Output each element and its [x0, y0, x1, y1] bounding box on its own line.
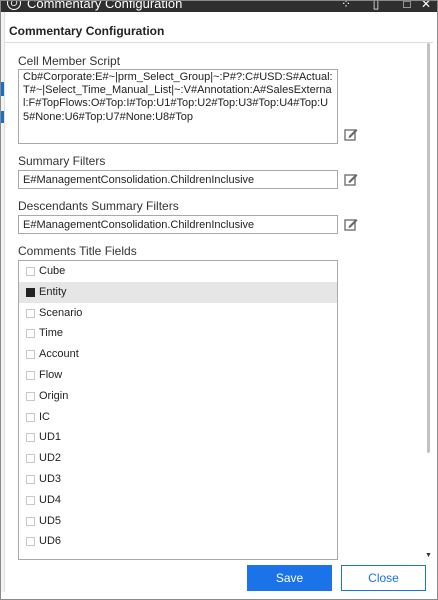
list-item-label: Account — [39, 348, 79, 361]
close-window-button[interactable]: ✕ — [419, 1, 433, 11]
list-item-label: Origin — [39, 389, 69, 402]
checkbox[interactable] — [26, 287, 35, 297]
app-logo-icon: O — [7, 1, 21, 10]
loading-spinner-icon: ⁘ — [340, 1, 352, 11]
divider — [5, 42, 433, 43]
list-item-label: UD4 — [39, 493, 62, 506]
summary-filters-label: Summary Filters — [18, 154, 106, 168]
list-item[interactable]: UD6 — [19, 531, 337, 552]
commentary-configuration-dialog: O Commentary Configuration ⁘ ▯ □ ✕ Comme… — [0, 0, 438, 600]
scrollbar-thumb[interactable] — [427, 43, 430, 453]
background-window-edge — [1, 12, 5, 592]
checkbox[interactable] — [26, 329, 35, 339]
checkbox[interactable] — [26, 267, 35, 276]
edit-icon[interactable] — [344, 127, 358, 141]
checkbox[interactable] — [26, 433, 35, 443]
dialog-footer: Save Close — [5, 561, 435, 592]
list-item-label: UD6 — [39, 535, 62, 548]
list-item[interactable]: UD3 — [19, 469, 337, 490]
list-item[interactable]: UD4 — [19, 490, 337, 511]
list-item-label: UD2 — [39, 452, 62, 465]
edit-icon[interactable] — [344, 172, 358, 186]
close-button[interactable]: Close — [341, 565, 426, 591]
list-item-label: Cube — [39, 265, 66, 277]
checkbox[interactable] — [26, 370, 35, 380]
list-item-label: UD3 — [39, 472, 62, 485]
checkbox[interactable] — [26, 391, 35, 401]
list-item[interactable]: UD5 — [19, 511, 337, 532]
scroll-down-arrow-icon[interactable]: ▼ — [424, 551, 433, 560]
descendants-summary-filters-field[interactable]: E#ManagementConsolidation.ChildrenInclus… — [18, 215, 338, 234]
scrollbar[interactable]: ▼ — [424, 43, 433, 560]
title-bar: O Commentary Configuration ⁘ ▯ □ ✕ — [1, 1, 437, 12]
descendants-summary-filters-label: Descendants Summary Filters — [18, 199, 179, 213]
checkbox[interactable] — [26, 474, 35, 484]
checkbox[interactable] — [26, 308, 35, 318]
checkbox[interactable] — [26, 454, 35, 464]
page-title: Commentary Configuration — [9, 24, 165, 38]
list-item-label: Entity — [39, 285, 67, 298]
list-item[interactable]: UD2 — [19, 448, 337, 469]
summary-filters-field[interactable]: E#ManagementConsolidation.ChildrenInclus… — [18, 170, 338, 189]
list-item[interactable]: Entity — [19, 281, 337, 303]
list-item[interactable]: IC — [19, 407, 337, 428]
list-item[interactable]: Flow — [19, 365, 337, 386]
comments-title-fields-list: Cube Entity Scenario Time Account Flow O… — [18, 260, 338, 560]
cell-member-script-label: Cell Member Script — [18, 54, 121, 68]
list-item-label: IC — [39, 410, 50, 423]
list-item[interactable]: Scenario — [19, 303, 337, 324]
list-item-label: Time — [39, 327, 64, 340]
background-fragment — [1, 111, 4, 123]
restore-button[interactable]: □ — [400, 1, 414, 11]
list-item[interactable]: Account — [19, 344, 337, 365]
list-item-label: Scenario — [39, 306, 83, 319]
comments-title-fields-label: Comments Title Fields — [18, 244, 137, 258]
list-item[interactable]: UD1 — [19, 427, 337, 448]
window-title: Commentary Configuration — [27, 1, 183, 11]
checkbox[interactable] — [26, 412, 35, 422]
maximize-button[interactable]: ▯ — [369, 1, 383, 11]
list-item[interactable]: Cube — [19, 261, 337, 282]
checkbox[interactable] — [26, 537, 35, 547]
list-item[interactable]: Time — [19, 323, 337, 344]
cell-member-script-field[interactable]: Cb#Corporate:E#~|prm_Select_Group|~:P#?:… — [18, 69, 338, 144]
checkbox[interactable] — [26, 516, 35, 526]
list-item-label: Flow — [39, 368, 63, 381]
checkbox[interactable] — [26, 495, 35, 505]
checkbox[interactable] — [26, 350, 35, 360]
list-item-label: UD5 — [39, 514, 62, 527]
background-fragment — [1, 82, 4, 96]
edit-icon[interactable] — [344, 217, 358, 231]
list-item-label: UD1 — [39, 431, 62, 444]
save-button[interactable]: Save — [247, 565, 332, 591]
list-item[interactable]: Origin — [19, 386, 337, 407]
